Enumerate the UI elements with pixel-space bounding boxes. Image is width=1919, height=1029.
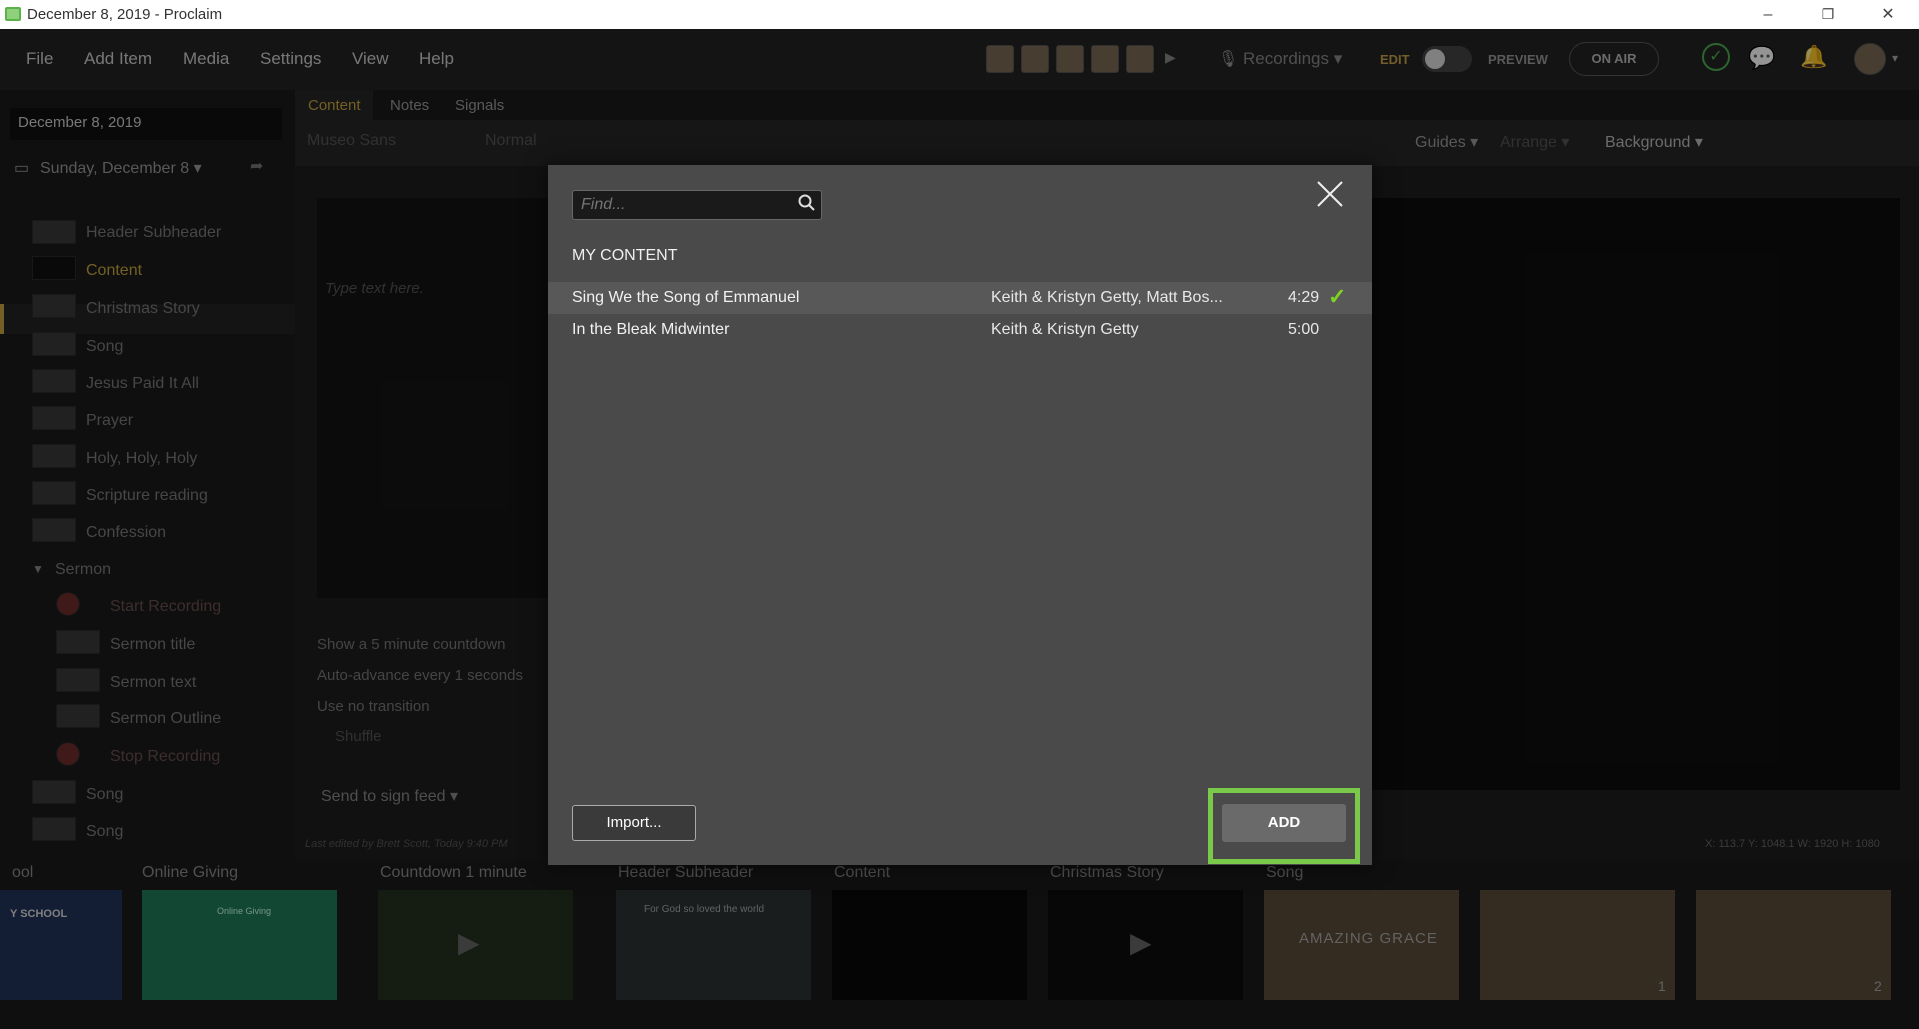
row-duration: 4:29 [1288, 289, 1320, 306]
add-content-dialog: MY CONTENT Sing We the Song of Emmanuel … [548, 165, 1372, 865]
content-row[interactable]: In the Bleak Midwinter Keith & Kristyn G… [548, 314, 1372, 346]
search-icon[interactable] [798, 194, 816, 217]
restore-button[interactable]: ❐ [1800, 0, 1856, 29]
row-artist: Keith & Kristyn Getty [991, 321, 1139, 338]
content-row[interactable]: Sing We the Song of Emmanuel Keith & Kri… [548, 282, 1372, 314]
row-title: In the Bleak Midwinter [572, 321, 730, 338]
find-input[interactable] [572, 190, 822, 220]
close-icon[interactable] [1312, 179, 1348, 215]
close-window-button[interactable]: ✕ [1860, 0, 1916, 29]
row-title: Sing We the Song of Emmanuel [572, 289, 800, 306]
row-artist: Keith & Kristyn Getty, Matt Bos... [991, 289, 1223, 306]
title-bar: December 8, 2019 - Proclaim – ❐ ✕ [0, 0, 1919, 29]
app-icon [5, 7, 21, 21]
add-button[interactable]: ADD [1222, 804, 1346, 842]
checkmark-icon: ✓ [1328, 284, 1347, 309]
my-content-heading: MY CONTENT [572, 247, 678, 264]
row-duration: 5:00 [1288, 321, 1320, 338]
minimize-button[interactable]: – [1740, 0, 1796, 29]
window-title: December 8, 2019 - Proclaim [27, 6, 223, 23]
import-button[interactable]: Import... [572, 805, 696, 841]
